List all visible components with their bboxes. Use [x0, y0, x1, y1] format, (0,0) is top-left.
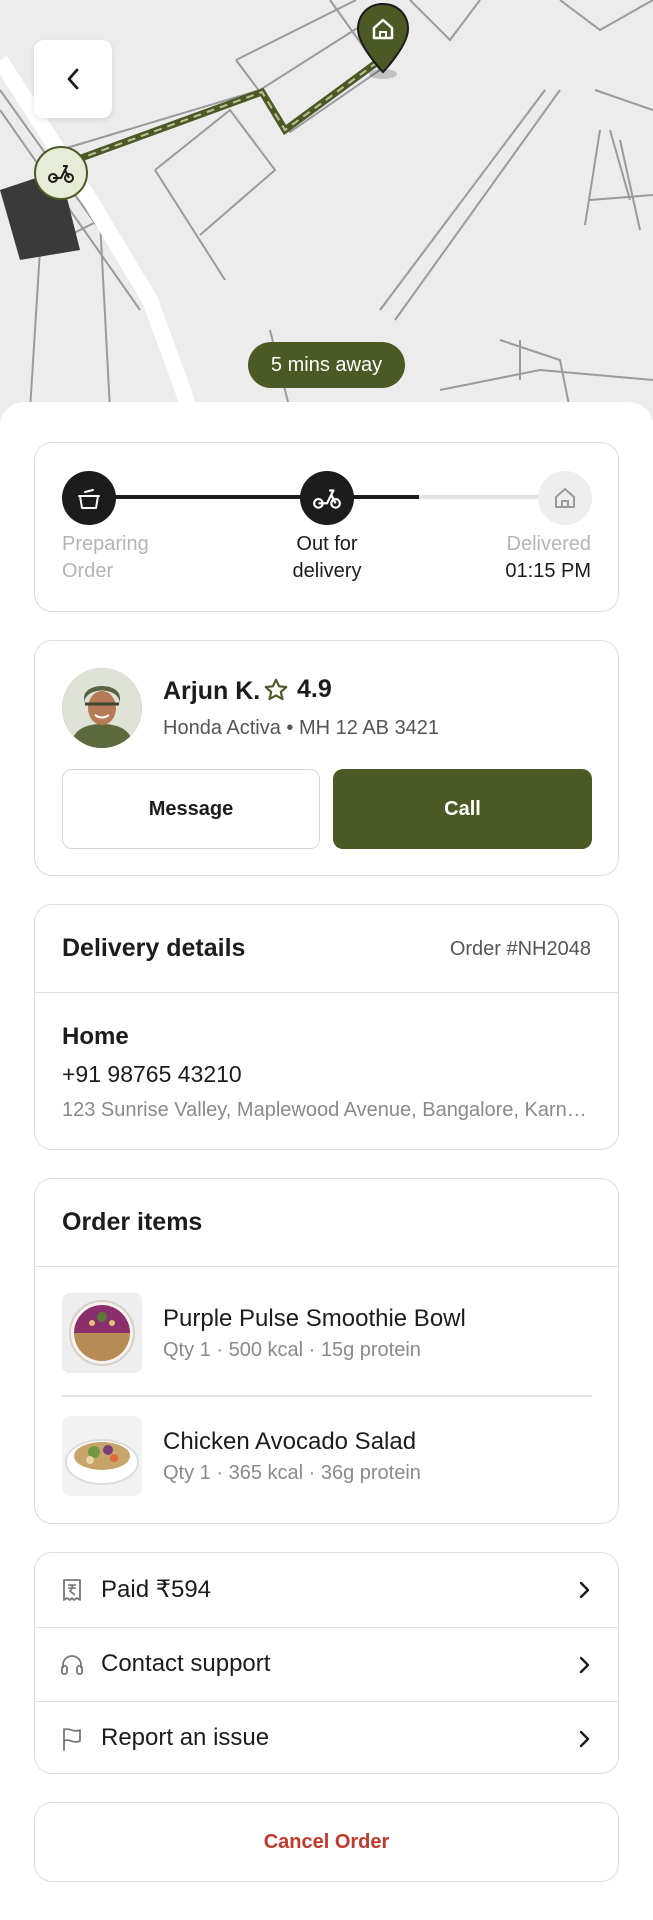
- step-preparing-dot: [62, 471, 116, 525]
- order-item: Chicken Avocado Salad Qty 1 · 365 kcal ·…: [62, 1416, 592, 1496]
- step-delivery-dot: [300, 471, 354, 525]
- item-thumbnail: [62, 1293, 142, 1373]
- flag-icon: [63, 1728, 81, 1751]
- address-line: 123 Sunrise Valley, Maplewood Avenue, Ba…: [62, 1099, 592, 1121]
- message-button[interactable]: Message: [62, 769, 320, 849]
- step-delivered-label: Delivered 01:15 PM: [505, 533, 591, 582]
- call-button[interactable]: Call: [333, 769, 592, 849]
- rider-vehicle: Honda Activa • MH 12 AB 3421: [163, 717, 440, 739]
- rider-card: Arjun K. 4.9 Honda Activa • MH 12 AB 342…: [34, 640, 619, 876]
- star-icon: [264, 678, 288, 700]
- order-item: Purple Pulse Smoothie Bowl Qty 1 · 500 k…: [62, 1293, 592, 1373]
- receipt-icon: [63, 1579, 81, 1601]
- map-view[interactable]: 5 mins away: [0, 0, 653, 420]
- address-label: Home: [62, 1023, 129, 1050]
- home-icon: [555, 488, 575, 508]
- address-phone: +91 98765 43210: [62, 1061, 242, 1087]
- rider-rating: 4.9: [263, 675, 332, 704]
- home-map-pin: [356, 2, 410, 80]
- step-preparing-label: Preparing Order: [62, 533, 149, 582]
- back-button[interactable]: [34, 40, 112, 118]
- order-items-title: Order items: [62, 1208, 203, 1236]
- delivery-details-card: Delivery details Order #NH2048 Home +91 …: [34, 904, 619, 1150]
- payment-row[interactable]: Paid ₹594: [35, 1553, 618, 1627]
- eta-badge: 5 mins away: [248, 342, 405, 388]
- report-issue-row[interactable]: Report an issue: [35, 1701, 618, 1775]
- item-meta: Qty 1 · 500 kcal · 15g protein: [163, 1339, 421, 1361]
- rating-value: 4.9: [297, 675, 332, 703]
- delivery-details-title: Delivery details: [62, 934, 246, 962]
- item-name: Chicken Avocado Salad: [163, 1428, 417, 1455]
- chevron-right-icon: [579, 1581, 590, 1599]
- cancel-order-button[interactable]: Cancel Order: [34, 1802, 619, 1882]
- item-name: Purple Pulse Smoothie Bowl: [163, 1305, 466, 1332]
- order-items-card: Order items Purple Pulse Smoothie Bowl Q…: [34, 1178, 619, 1524]
- chevron-right-icon: [579, 1730, 590, 1748]
- order-number: Order #NH2048: [449, 938, 591, 960]
- scooter-icon: [313, 489, 341, 509]
- contact-support-label: Contact support: [101, 1650, 271, 1677]
- rider-avatar: [62, 668, 142, 748]
- scooter-icon: [48, 165, 74, 183]
- order-actions-card: Paid ₹594 Contact support Report an issu…: [34, 1552, 619, 1774]
- chevron-right-icon: [579, 1656, 590, 1674]
- contact-support-row[interactable]: Contact support: [35, 1627, 618, 1701]
- progress-track-fill: [89, 495, 419, 499]
- rider-map-marker: [34, 146, 88, 200]
- item-thumbnail: [62, 1416, 142, 1496]
- step-delivery-label: Out for delivery: [292, 533, 362, 582]
- delivery-details-header: Delivery details Order #NH2048: [35, 905, 618, 993]
- chevron-left-icon: [67, 68, 79, 90]
- headset-icon: [61, 1655, 83, 1675]
- order-progress-card: Preparing Order Out for delivery Delivered…: [34, 442, 619, 612]
- item-divider: [62, 1395, 592, 1397]
- step-delivered-dot: [538, 471, 592, 525]
- rider-name: Arjun K.: [163, 677, 261, 705]
- report-issue-label: Report an issue: [101, 1724, 270, 1751]
- cooking-pot-icon: [78, 489, 100, 509]
- payment-label: Paid ₹594: [101, 1576, 212, 1603]
- item-meta: Qty 1 · 365 kcal · 36g protein: [163, 1462, 421, 1484]
- order-items-header: Order items: [35, 1179, 618, 1267]
- cancel-order-label: Cancel Order: [263, 1830, 390, 1853]
